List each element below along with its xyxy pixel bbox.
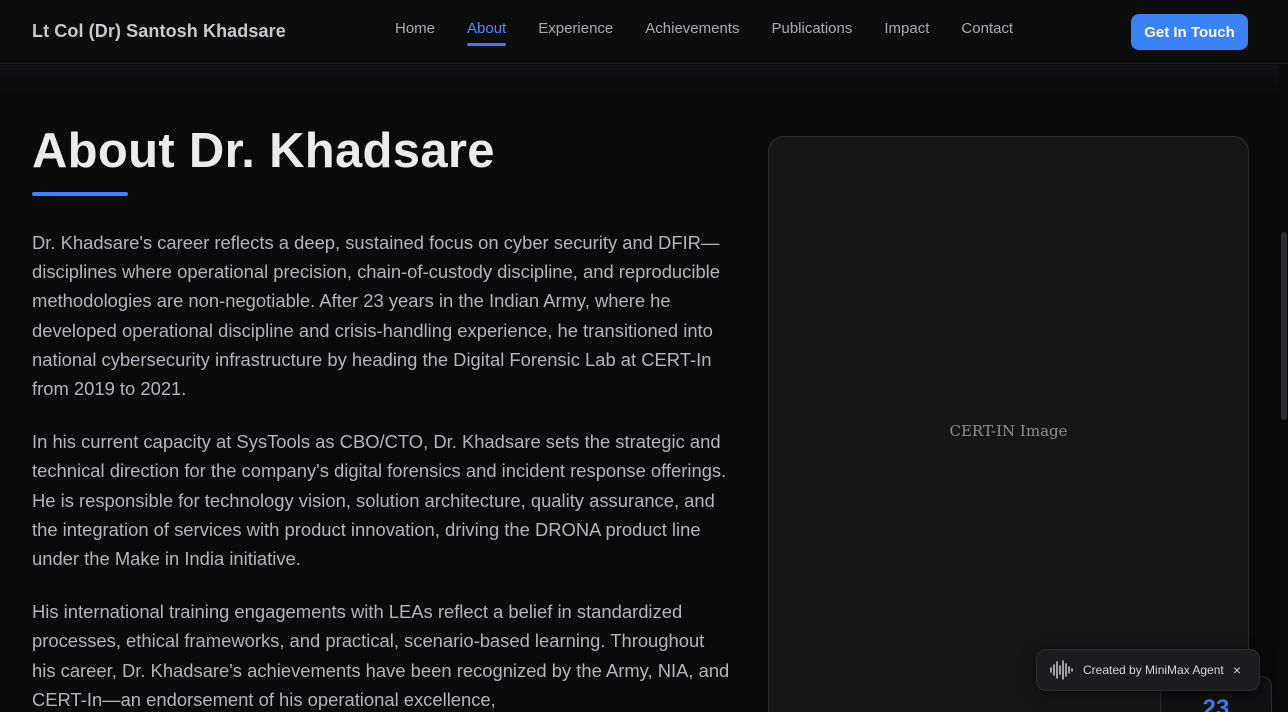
close-icon[interactable]: ×	[1227, 660, 1247, 680]
created-by-badge[interactable]: Created by MiniMax Agent ×	[1036, 649, 1260, 691]
top-navbar: Lt Col (Dr) Santosh Khadsare Home About …	[0, 0, 1288, 64]
nav-achievements[interactable]: Achievements	[645, 20, 739, 43]
cert-in-image: CERT-IN Image	[768, 136, 1249, 712]
badge-text: Created by MiniMax Agent	[1083, 663, 1224, 677]
nav-home[interactable]: Home	[395, 20, 435, 43]
scrollbar-thumb[interactable]	[1281, 232, 1287, 420]
nav-experience[interactable]: Experience	[538, 20, 613, 43]
nav-publications[interactable]: Publications	[771, 20, 852, 43]
nav-impact[interactable]: Impact	[884, 20, 929, 43]
get-in-touch-button[interactable]: Get In Touch	[1131, 14, 1248, 50]
about-paragraph-1: Dr. Khadsare's career reflects a deep, s…	[32, 232, 720, 400]
waveform-icon	[1049, 659, 1075, 681]
title-underline	[32, 192, 128, 196]
nav-contact[interactable]: Contact	[961, 20, 1013, 43]
nav-about[interactable]: About	[467, 20, 507, 46]
nav-links: Home About Experience Achievements Publi…	[395, 20, 1013, 46]
about-paragraph-2: In his current capacity at SysTools as C…	[32, 431, 727, 570]
image-alt-text: CERT-IN Image	[949, 422, 1068, 440]
about-paragraph-3: His international training engagements w…	[32, 601, 730, 710]
brand-name[interactable]: Lt Col (Dr) Santosh Khadsare	[32, 21, 286, 42]
header-shadow	[0, 65, 1288, 95]
section-title: About Dr. Khadsare	[32, 124, 495, 178]
about-text: Dr. Khadsare's career reflects a deep, s…	[32, 228, 732, 712]
years-stat-value: 23	[1202, 695, 1230, 712]
